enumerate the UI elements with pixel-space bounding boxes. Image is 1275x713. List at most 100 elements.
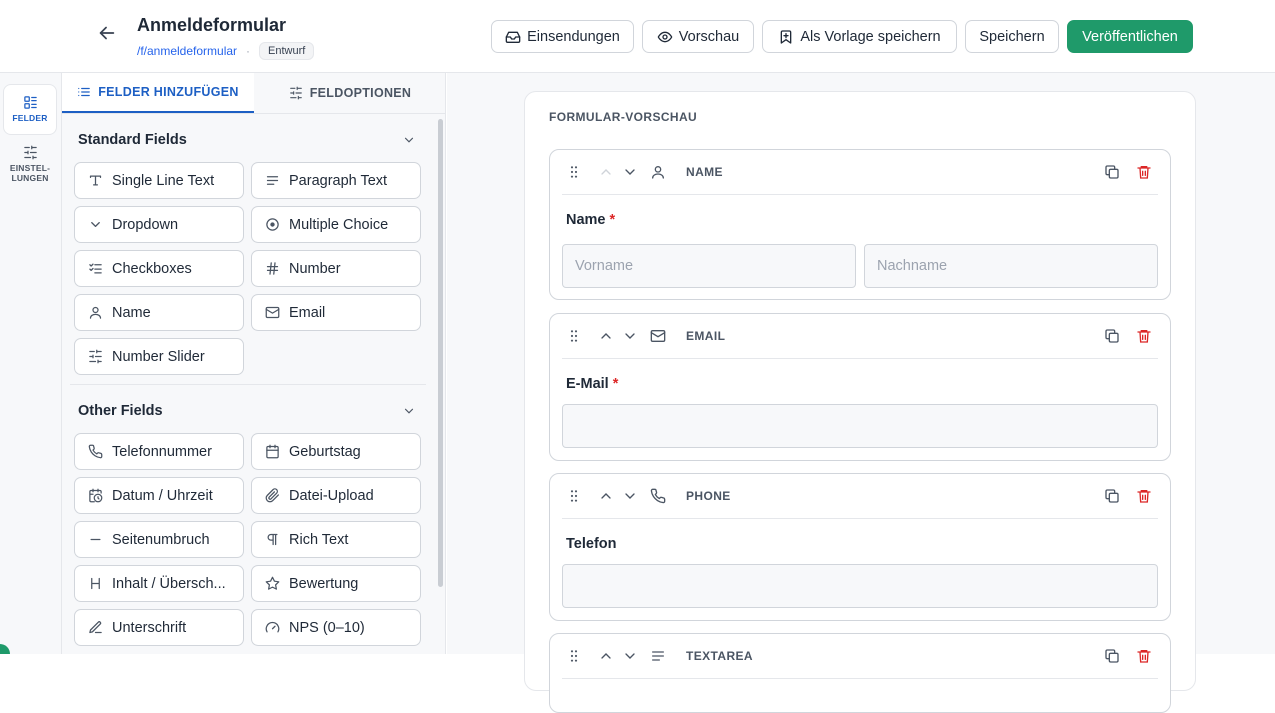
move-up-icon[interactable] bbox=[598, 328, 614, 344]
drag-handle-icon[interactable] bbox=[566, 648, 582, 664]
move-down-icon[interactable] bbox=[622, 328, 638, 344]
first-name-input[interactable]: Vorname bbox=[562, 244, 856, 288]
preview-button[interactable]: Vorschau bbox=[642, 20, 754, 53]
trash-icon[interactable] bbox=[1136, 328, 1152, 344]
field-type-label: PHONE bbox=[686, 489, 731, 503]
layout-list-icon bbox=[23, 95, 38, 113]
left-rail: FELDER EINSTEL- LUNGEN bbox=[0, 73, 62, 654]
field-type-button[interactable]: Name bbox=[74, 294, 244, 331]
phone-input[interactable] bbox=[562, 564, 1158, 608]
field-type-button-label: Checkboxes bbox=[112, 260, 192, 277]
move-up-icon[interactable] bbox=[598, 488, 614, 504]
field-type-button[interactable]: Multiple Choice bbox=[251, 206, 421, 243]
field-type-button[interactable]: Rich Text bbox=[251, 521, 421, 558]
field-type-button[interactable]: Number Slider bbox=[74, 338, 244, 375]
form-slug-link[interactable]: /f/anmeldeformular bbox=[137, 44, 237, 58]
chevron-down-icon[interactable] bbox=[402, 133, 416, 147]
field-type-button[interactable]: Inhalt / Übersch... bbox=[74, 565, 244, 602]
field-type-button-label: Single Line Text bbox=[112, 172, 215, 189]
field-card-phone[interactable]: PHONE Telefon bbox=[549, 473, 1171, 621]
field-card-email[interactable]: EMAIL E-Mail * bbox=[549, 313, 1171, 461]
sliders-icon bbox=[23, 145, 38, 163]
required-marker: * bbox=[609, 212, 616, 228]
field-type-button[interactable]: Unterschrift bbox=[74, 609, 244, 646]
field-label: Telefon bbox=[566, 536, 617, 552]
drag-handle-icon[interactable] bbox=[566, 328, 582, 344]
move-up-icon[interactable] bbox=[598, 648, 614, 664]
tab-field-options-label: FELDOPTIONEN bbox=[309, 86, 412, 100]
sliders-icon bbox=[289, 86, 303, 100]
field-type-button-label: Number Slider bbox=[112, 348, 205, 365]
field-card-textarea[interactable]: TEXTAREA bbox=[549, 633, 1171, 713]
move-down-icon[interactable] bbox=[622, 488, 638, 504]
trash-icon[interactable] bbox=[1136, 648, 1152, 664]
tab-add-fields-label: FELDER HINZUFÜGEN bbox=[98, 85, 239, 99]
field-type-button-label: Seitenumbruch bbox=[112, 531, 210, 548]
trash-icon[interactable] bbox=[1136, 164, 1152, 180]
field-label: Name * bbox=[566, 212, 615, 228]
save-as-template-button[interactable]: Als Vorlage speichern bbox=[762, 20, 957, 53]
fields-panel: FELDER HINZUFÜGEN FELDOPTIONEN Standard … bbox=[62, 73, 446, 654]
field-type-button[interactable]: Datum / Uhrzeit bbox=[74, 477, 244, 514]
field-type-button[interactable]: Paragraph Text bbox=[251, 162, 421, 199]
mail-icon bbox=[650, 328, 666, 344]
field-type-button[interactable]: Number bbox=[251, 250, 421, 287]
chevron-down-icon[interactable] bbox=[402, 404, 416, 418]
email-input[interactable] bbox=[562, 404, 1158, 448]
move-down-icon[interactable] bbox=[622, 648, 638, 664]
hash-icon bbox=[265, 261, 280, 276]
preview-canvas: FORMULAR-VORSCHAU NAME Name * Vorname Na… bbox=[447, 73, 1275, 713]
field-type-button[interactable]: Geburtstag bbox=[251, 433, 421, 470]
chevron-down-icon bbox=[88, 217, 103, 232]
field-type-button-label: Paragraph Text bbox=[289, 172, 388, 189]
field-type-button[interactable]: Checkboxes bbox=[74, 250, 244, 287]
rail-item-fields[interactable]: FELDER bbox=[3, 84, 57, 135]
submissions-button[interactable]: Einsendungen bbox=[491, 20, 634, 53]
list-icon bbox=[77, 85, 91, 99]
rail-item-settings[interactable]: EINSTEL- LUNGEN bbox=[3, 145, 57, 183]
text-icon bbox=[88, 173, 103, 188]
field-toolbar: NAME bbox=[562, 150, 1158, 195]
panel-scrollbar[interactable] bbox=[438, 119, 443, 587]
move-down-icon[interactable] bbox=[622, 164, 638, 180]
field-type-button-label: Name bbox=[112, 304, 151, 321]
page-title: Anmeldeformular bbox=[137, 15, 287, 35]
tab-field-options[interactable]: FELDOPTIONEN bbox=[254, 73, 445, 113]
field-label-text: E-Mail bbox=[566, 376, 609, 392]
drag-handle-icon[interactable] bbox=[566, 164, 582, 180]
publish-button[interactable]: Veröffentlichen bbox=[1067, 20, 1193, 53]
tabs-divider bbox=[62, 113, 445, 114]
field-type-button[interactable]: Email bbox=[251, 294, 421, 331]
field-type-button[interactable]: Seitenumbruch bbox=[74, 521, 244, 558]
submissions-button-label: Einsendungen bbox=[527, 28, 620, 45]
field-card-name[interactable]: NAME Name * Vorname Nachname bbox=[549, 149, 1171, 300]
field-type-label: NAME bbox=[686, 165, 723, 179]
trash-icon[interactable] bbox=[1136, 488, 1152, 504]
duplicate-icon[interactable] bbox=[1104, 488, 1120, 504]
field-type-button-label: Dropdown bbox=[112, 216, 179, 233]
move-up-icon[interactable] bbox=[598, 164, 614, 180]
last-name-input[interactable]: Nachname bbox=[864, 244, 1158, 288]
user-icon bbox=[650, 164, 666, 180]
rail-settings-label-1: EINSTEL- bbox=[9, 163, 51, 173]
heading-icon bbox=[88, 576, 103, 591]
field-toolbar: EMAIL bbox=[562, 314, 1158, 359]
field-type-button[interactable]: Single Line Text bbox=[74, 162, 244, 199]
field-type-button[interactable]: Dropdown bbox=[74, 206, 244, 243]
field-type-button[interactable]: NPS (0–10) bbox=[251, 609, 421, 646]
field-type-button-label: NPS (0–10) bbox=[289, 619, 365, 636]
field-type-button[interactable]: Telefonnummer bbox=[74, 433, 244, 470]
field-type-button[interactable]: Bewertung bbox=[251, 565, 421, 602]
duplicate-icon[interactable] bbox=[1104, 648, 1120, 664]
back-arrow-icon[interactable] bbox=[96, 22, 118, 44]
field-type-button-label: Telefonnummer bbox=[112, 443, 212, 460]
bookmark-plus-icon bbox=[778, 29, 794, 45]
duplicate-icon[interactable] bbox=[1104, 328, 1120, 344]
field-type-button[interactable]: Datei-Upload bbox=[251, 477, 421, 514]
duplicate-icon[interactable] bbox=[1104, 164, 1120, 180]
drag-handle-icon[interactable] bbox=[566, 488, 582, 504]
phone-icon bbox=[650, 488, 666, 504]
tab-add-fields[interactable]: FELDER HINZUFÜGEN bbox=[62, 73, 254, 113]
paragraph-lines-icon bbox=[650, 648, 666, 664]
save-button[interactable]: Speichern bbox=[965, 20, 1059, 53]
